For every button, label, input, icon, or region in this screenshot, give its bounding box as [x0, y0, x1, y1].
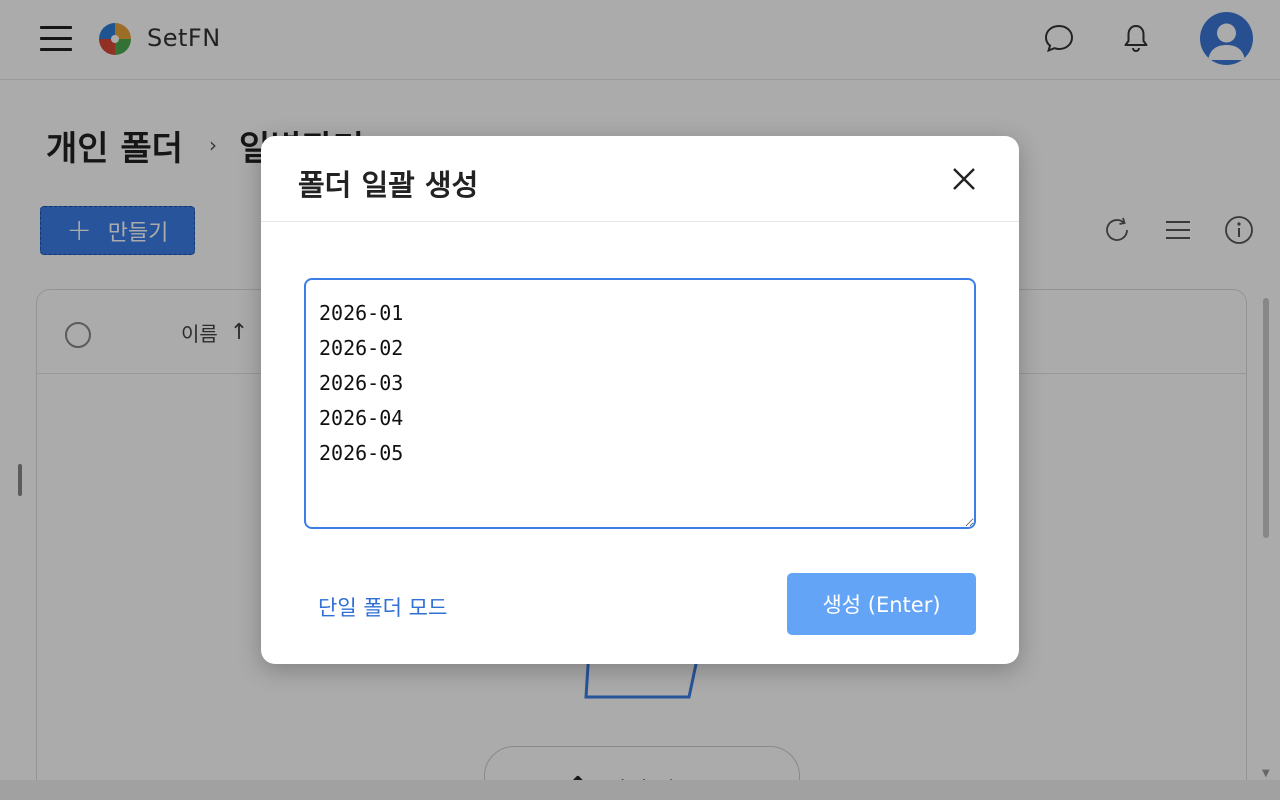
single-folder-mode-link[interactable]: 단일 폴더 모드: [318, 592, 447, 622]
create-submit-button[interactable]: 생성 (Enter): [787, 573, 976, 635]
close-icon[interactable]: [948, 163, 980, 195]
dialog-header: 폴더 일괄 생성: [261, 136, 1019, 222]
dialog-title: 폴더 일괄 생성: [298, 168, 479, 202]
bulk-folder-create-dialog: 폴더 일괄 생성 단일 폴더 모드 생성 (Enter): [261, 136, 1019, 664]
folder-names-textarea[interactable]: [304, 278, 976, 529]
